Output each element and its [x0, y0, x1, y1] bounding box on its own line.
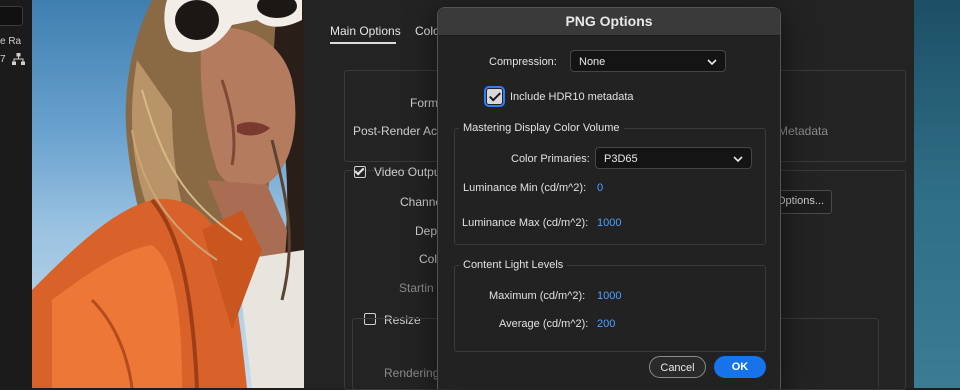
png-options-dialog: PNG Options Compression: None Include HD… [437, 7, 781, 389]
content-light-group-title: Content Light Levels [459, 259, 568, 271]
luminance-min-value[interactable]: 0 [597, 182, 603, 194]
tab-color[interactable]: Colo [415, 24, 440, 38]
desktop-background-edge [914, 0, 960, 388]
starting-label: Startin [399, 281, 434, 295]
compression-value: None [579, 56, 606, 68]
color-primaries-select[interactable]: P3D65 [595, 147, 752, 169]
luminance-min-label: Luminance Min (cd/m^2): [463, 182, 587, 194]
active-tab-indicator [330, 42, 396, 44]
rendering-label: Rendering [384, 366, 440, 380]
luminance-max-value[interactable]: 1000 [597, 217, 621, 229]
hdr10-checkbox[interactable] [484, 86, 505, 107]
tab-main-options[interactable]: Main Options [330, 24, 401, 38]
format-label: Form [410, 96, 438, 110]
video-output-label: Video Output [374, 165, 444, 179]
cancel-button[interactable]: Cancel [649, 356, 706, 378]
metadata-label: Metadata [778, 124, 829, 138]
left-label-number: 7 [0, 54, 6, 65]
dialog-title: PNG Options [438, 8, 780, 36]
compression-label: Compression: [489, 56, 557, 68]
compression-select[interactable]: None [570, 50, 726, 72]
average-label: Average (cd/m^2): [499, 318, 589, 330]
left-app-strip: e Ra 7 [0, 0, 33, 388]
content-light-group [454, 265, 766, 352]
left-text-field[interactable] [0, 6, 23, 26]
left-label-ra: e Ra [0, 36, 22, 47]
network-icon[interactable] [12, 53, 25, 65]
post-render-label: Post-Render Actic [353, 124, 450, 138]
chevron-down-icon [707, 59, 717, 66]
video-output-checkbox[interactable] [354, 166, 366, 178]
channels-label: Channe [400, 195, 443, 209]
color-primaries-value: P3D65 [604, 153, 638, 165]
maximum-label: Maximum (cd/m^2): [489, 290, 586, 302]
ok-button[interactable]: OK [714, 356, 766, 378]
preview-photo [32, 0, 304, 388]
mastering-group-title: Mastering Display Color Volume [459, 122, 624, 134]
average-value[interactable]: 200 [597, 318, 615, 330]
color-label: Col [419, 252, 438, 266]
format-options-label: Options... [777, 195, 825, 207]
hdr10-label: Include HDR10 metadata [510, 91, 634, 103]
color-primaries-label: Color Primaries: [511, 153, 590, 165]
luminance-max-label: Luminance Max (cd/m^2): [462, 217, 589, 229]
maximum-value[interactable]: 1000 [597, 290, 621, 302]
chevron-down-icon [733, 156, 743, 163]
